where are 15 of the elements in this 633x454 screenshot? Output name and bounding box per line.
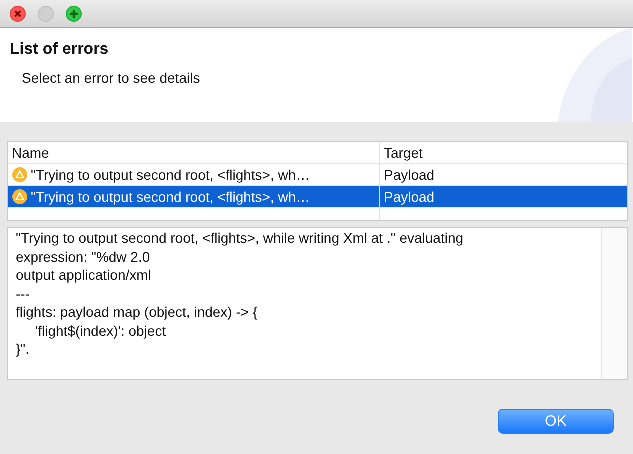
table-row[interactable]: "Trying to output second root, <flights>, wh… Payload <box>8 186 627 208</box>
error-target: Payload <box>384 188 435 204</box>
dialog-title: List of errors <box>10 41 109 59</box>
scrollbar-track[interactable] <box>601 228 627 379</box>
error-name: "Trying to output second root, <flights>, wh… <box>31 188 310 204</box>
warning-icon <box>12 166 28 182</box>
close-icon[interactable] <box>10 6 26 22</box>
column-header[interactable]: Name <box>8 142 380 163</box>
error-target: Payload <box>384 166 435 182</box>
error-name: "Trying to output second root, <flights>, wh… <box>31 166 310 182</box>
error-details: "Trying to output second root, <flights>, while writing Xml at ." evaluating expression: "%dw 2.0 output application/xml --- flights: payload map (object, index) -> { 'flight$(index)': object }". <box>15 229 465 359</box>
column-header[interactable]: Target <box>380 142 627 163</box>
dialog-subtitle: Select an error to see details <box>22 70 200 86</box>
zoom-icon[interactable] <box>66 6 82 22</box>
warning-icon <box>12 188 28 204</box>
